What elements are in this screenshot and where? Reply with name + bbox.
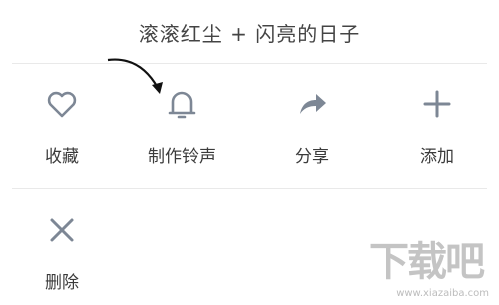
sheet-title: 滚滚红尘 + 闪亮的日子: [138, 22, 361, 46]
add-button[interactable]: 添加: [387, 86, 487, 176]
make-ringtone-button[interactable]: 制作铃声: [132, 86, 232, 176]
share-button[interactable]: 分享: [262, 86, 362, 176]
share-arrow-icon: [300, 94, 326, 114]
delete-label: 删除: [45, 273, 79, 293]
divider-top: [12, 63, 487, 64]
share-label: 分享: [295, 147, 329, 167]
add-label: 添加: [420, 147, 454, 167]
favorite-label: 收藏: [45, 147, 79, 167]
plus-icon: [423, 90, 451, 118]
watermark-logo: 下载吧 www.xiazaiba.com: [363, 229, 489, 299]
heart-icon: [47, 91, 77, 118]
delete-button[interactable]: 删除: [12, 212, 112, 302]
watermark-logo-text: 下载吧: [369, 239, 485, 285]
bell-icon: [168, 91, 196, 119]
favorite-button[interactable]: 收藏: [12, 86, 112, 176]
make-ringtone-label: 制作铃声: [148, 147, 216, 167]
watermark-url: www.xiazaiba.com: [396, 288, 489, 299]
close-icon: [50, 218, 74, 242]
divider-bottom: [12, 188, 487, 189]
